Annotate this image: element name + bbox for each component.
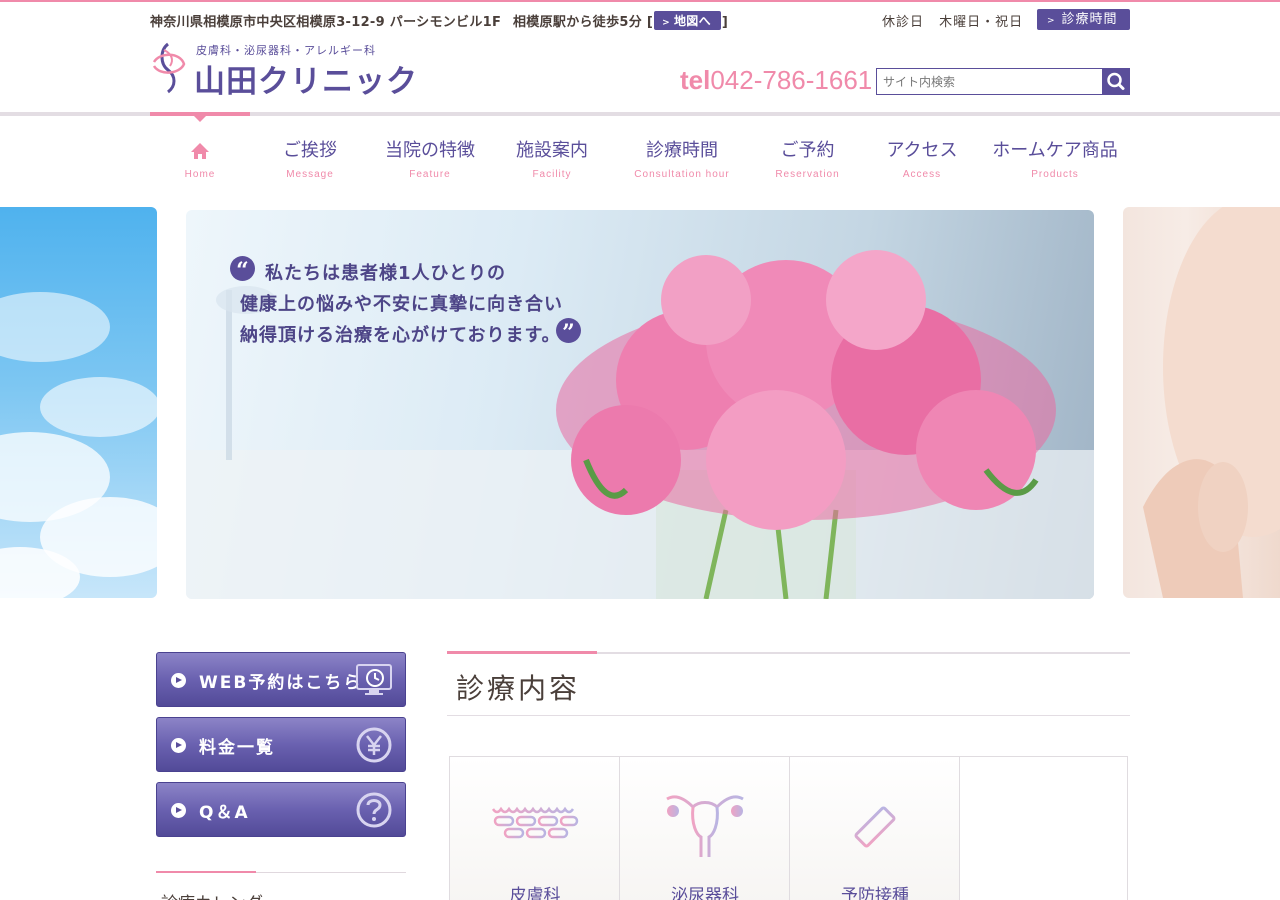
yen-icon — [356, 727, 392, 763]
section-title: 診療内容 — [456, 672, 581, 705]
closed-days-info: 休診日 木曜日・祝日 — [882, 11, 1023, 30]
woman-face-image — [1143, 207, 1280, 598]
nav-item-en: Access — [902, 169, 942, 180]
syringe-icon — [841, 798, 904, 861]
sky-clouds-image — [0, 292, 157, 598]
slide-prev-image[interactable] — [0, 207, 157, 598]
calendar-title: 診療カレンダー — [161, 889, 280, 900]
nav-item-jp: 診療時間 — [646, 140, 718, 161]
nav-item-en: Facility — [532, 169, 572, 180]
price-list-button[interactable]: 料金一覧 — [156, 717, 406, 772]
access-text: 相模原駅から徒歩5分 — [513, 15, 643, 30]
web-reservation-button[interactable]: WEB予約はこちら — [156, 652, 406, 707]
nav-item-en: Message — [286, 169, 334, 180]
department-name: 予防接種 — [841, 886, 909, 900]
question-icon — [356, 792, 392, 828]
home-icon — [150, 138, 250, 164]
nav-item-jp: 施設案内 — [516, 140, 588, 161]
tel-prefix: tel — [680, 65, 711, 95]
play-icon — [171, 673, 186, 688]
nav-item-facility[interactable]: 施設案内 Facility — [502, 138, 602, 180]
calendar-title-accent — [156, 871, 256, 873]
global-nav: Home ご挨拶 Message 当院の特徴 Feature 施設案内 Faci… — [150, 138, 1130, 188]
nav-item-jp: ホームケア商品 — [992, 140, 1118, 161]
slide-next-image[interactable] — [1123, 207, 1280, 598]
faq-button[interactable]: Q＆A — [156, 782, 406, 837]
nav-item-en: Products — [1031, 169, 1079, 180]
nav-item-en: Feature — [409, 169, 451, 180]
search-icon — [1107, 72, 1125, 90]
department-grid: 皮膚科 泌尿器科 予防接種 — [449, 756, 1128, 900]
play-icon — [171, 803, 186, 818]
department-urology[interactable]: 泌尿器科 — [620, 757, 790, 900]
department-name: 泌尿器科 — [671, 886, 739, 900]
phone-number[interactable]: tel042-786-1661 — [680, 65, 872, 96]
play-icon — [171, 738, 186, 753]
arrow-icon: > — [1047, 16, 1056, 26]
nav-item-jp: 当院の特徴 — [385, 140, 475, 161]
closed-days: 木曜日・祝日 — [939, 15, 1024, 30]
nav-item-jp: ご予約 — [780, 140, 835, 161]
site-search — [876, 68, 1130, 95]
clinic-address: 神奈川県相模原市中央区相模原3-12-9 パーシモンビル1F 相模原駅から徒歩5… — [150, 11, 728, 30]
price-list-label: 料金一覧 — [199, 738, 275, 758]
open-quote-icon: “ — [230, 256, 255, 284]
nav-item-home[interactable]: Home — [150, 138, 250, 180]
hero-line-2: 健康上の悩みや不安に真摯に向き合い — [240, 294, 563, 315]
nav-active-pointer — [194, 116, 206, 122]
address-text: 神奈川県相模原市中央区相模原3-12-9 パーシモンビル1F — [150, 15, 502, 30]
monitor-clock-icon — [356, 664, 392, 695]
hero-line-3: 納得頂ける治療を心がけております。 — [240, 325, 561, 346]
faq-label: Q＆A — [199, 803, 250, 823]
search-input[interactable] — [877, 69, 1103, 94]
skin-cells-icon — [490, 803, 580, 839]
bracket-close: ] — [721, 15, 729, 30]
hours-button[interactable]: > 診療時間 — [1037, 9, 1130, 30]
nav-item-en: Reservation — [775, 169, 840, 180]
hours-button-label: 診療時間 — [1061, 12, 1118, 27]
nav-item-jp: アクセス — [886, 140, 958, 161]
nav-item-hours[interactable]: 診療時間 Consultation hour — [622, 138, 742, 180]
tel-number: 042-786-1661 — [710, 65, 873, 95]
map-button-label: 地図へ — [673, 14, 711, 28]
nav-item-message[interactable]: ご挨拶 Message — [260, 138, 360, 180]
logo-mark-icon — [152, 42, 186, 94]
nav-item-feature[interactable]: 当院の特徴 Feature — [375, 138, 485, 180]
nav-item-access[interactable]: アクセス Access — [872, 138, 972, 180]
section-top-accent — [447, 651, 597, 654]
logo-title: 山田クリニック — [194, 64, 418, 100]
hero-slide: “ 私たちは患者様1人ひとりの 健康上の悩みや不安に真摯に向き合い 納得頂ける治… — [186, 210, 1094, 599]
close-quote-icon: ” — [556, 318, 581, 346]
department-name: 皮膚科 — [509, 886, 561, 900]
arrow-icon: > — [662, 18, 670, 28]
search-button[interactable] — [1102, 69, 1129, 94]
uterus-icon — [666, 795, 744, 857]
closed-label: 休診日 — [882, 15, 925, 30]
nav-item-en: Consultation hour — [634, 169, 730, 180]
nav-item-en: Home — [184, 169, 216, 180]
top-accent-line — [0, 0, 1280, 2]
hero-message: “ 私たちは患者様1人ひとりの 健康上の悩みや不安に真摯に向き合い 納得頂ける治… — [186, 210, 646, 370]
bracket-open: [ — [646, 15, 654, 30]
nav-item-products[interactable]: ホームケア商品 Products — [988, 138, 1122, 180]
nav-item-jp: ご挨拶 — [283, 140, 337, 161]
clinic-logo[interactable]: 皮膚科・泌尿器科・アレルギー科 山田クリニック — [150, 40, 417, 100]
web-reservation-label: WEB予約はこちら — [199, 673, 363, 693]
hero-line-1: 私たちは患者様1人ひとりの — [265, 263, 506, 284]
department-dermatology[interactable]: 皮膚科 — [450, 757, 620, 900]
map-button[interactable]: > 地図へ — [654, 11, 721, 30]
section-bottom-line — [447, 715, 1130, 716]
department-vaccination[interactable]: 予防接種 — [790, 757, 960, 900]
nav-item-reservation[interactable]: ご予約 Reservation — [760, 138, 855, 180]
